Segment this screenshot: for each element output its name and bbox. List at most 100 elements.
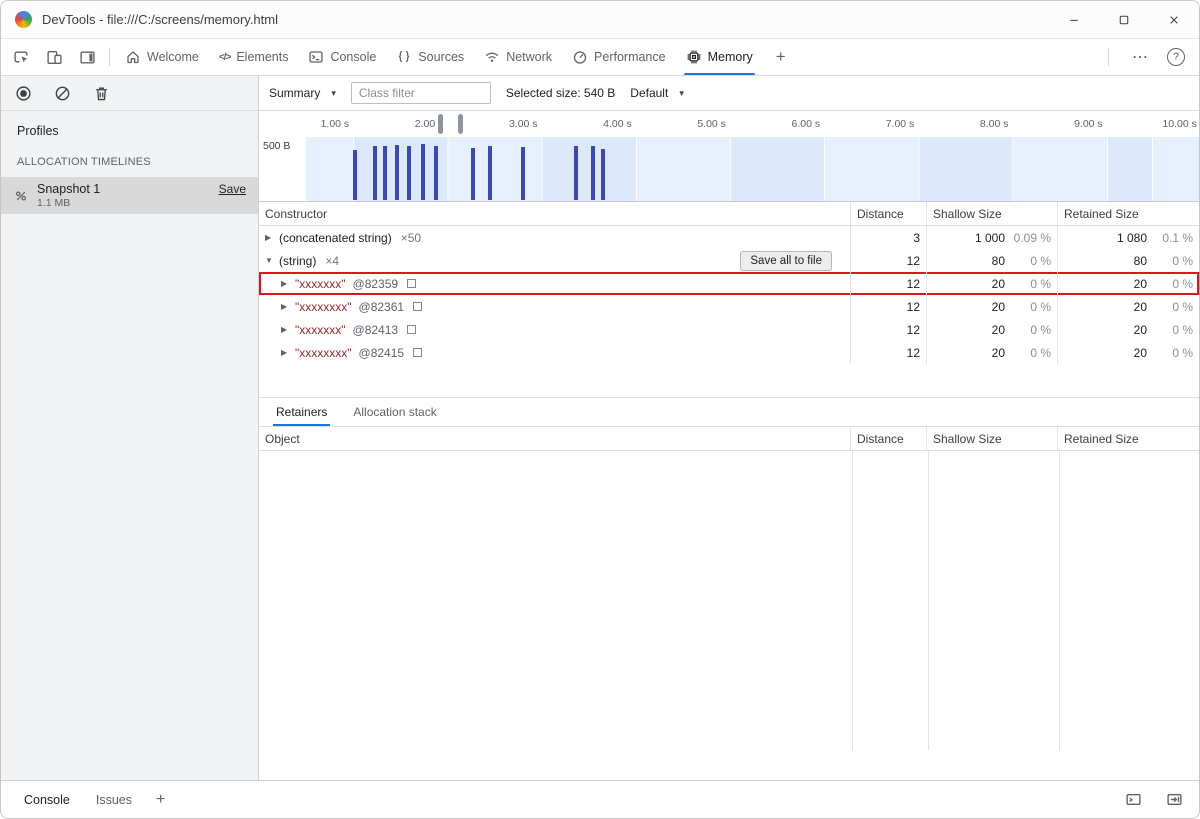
scope-select[interactable]: Default ▾	[630, 86, 684, 100]
retained-size-percent: 0.1 %	[1147, 231, 1193, 245]
perspective-select[interactable]: Summary ▾	[269, 86, 336, 100]
timeline-ruler[interactable]: 1.00 s 2.00 s 3.00 s 4.00 s 5.00 s 6.00 …	[259, 111, 1199, 137]
allocation-bar	[488, 146, 492, 200]
column-header-constructor[interactable]: Constructor	[259, 202, 850, 225]
expand-arrow-icon[interactable]: ▶	[281, 325, 295, 334]
perspective-value: Summary	[269, 86, 320, 100]
tab-label: Elements	[236, 50, 288, 64]
column-header-distance[interactable]: Distance	[850, 202, 926, 225]
instance-count: ×50	[401, 231, 421, 245]
tab-sources[interactable]: Sources	[386, 39, 474, 75]
tab-label: Welcome	[147, 50, 199, 64]
retainers-grid-body	[259, 451, 1199, 780]
shallow-size-percent: 0 %	[1005, 323, 1051, 337]
save-all-to-file-button[interactable]: Save all to file	[740, 251, 832, 271]
retained-size-value: 20	[1134, 346, 1147, 360]
heap-row-string-instance-selected[interactable]: ▶ "xxxxxxx" @82359 12 200 % 200 %	[259, 272, 1199, 295]
tab-elements[interactable]: </> Elements	[209, 39, 299, 75]
allocation-bar	[421, 144, 425, 200]
drawer-tab-issues[interactable]: Issues	[83, 781, 145, 818]
tab-memory[interactable]: Memory	[676, 39, 763, 75]
preview-checkbox[interactable]	[407, 325, 416, 334]
delete-profile-button[interactable]	[93, 85, 110, 102]
shallow-size-percent: 0.09 %	[1005, 231, 1051, 245]
tab-welcome[interactable]: Welcome	[115, 39, 209, 75]
close-button[interactable]	[1149, 1, 1199, 38]
heap-row-string-instance[interactable]: ▶ "xxxxxxx" @82413 12 200 % 200 %	[259, 318, 1199, 341]
preview-checkbox[interactable]	[407, 279, 416, 288]
preview-checkbox[interactable]	[413, 348, 422, 357]
shallow-size-value: 20	[992, 300, 1005, 314]
console-drawer-button[interactable]	[1125, 791, 1142, 808]
string-value: "xxxxxxxx"	[295, 300, 352, 314]
snapshot-item[interactable]: Snapshot 1 Save 1.1 MB	[1, 177, 258, 214]
allocation-timeline: 1.00 s 2.00 s 3.00 s 4.00 s 5.00 s 6.00 …	[259, 111, 1199, 202]
heap-row-string-instance[interactable]: ▶ "xxxxxxxx" @82361 12 200 % 200 %	[259, 295, 1199, 318]
distance-value: 12	[850, 249, 926, 272]
drawer-tabbar: Console Issues +	[1, 780, 1199, 818]
heap-row-concatenated-string[interactable]: ▶ (concatenated string) ×50 3 1 0000.09 …	[259, 226, 1199, 249]
tab-console[interactable]: Console	[298, 39, 386, 75]
tick-label: 6.00 s	[730, 111, 824, 137]
column-header-retained-size[interactable]: Retained Size	[1057, 202, 1199, 225]
string-value: "xxxxxxx"	[295, 277, 346, 291]
allocation-bar	[521, 147, 525, 200]
allocation-bar	[407, 146, 411, 200]
allocation-bar	[395, 145, 399, 200]
string-value: "xxxxxxx"	[295, 323, 346, 337]
collapse-arrow-icon[interactable]: ▼	[265, 256, 279, 265]
heap-grid-header: Constructor Distance Shallow Size Retain…	[259, 202, 1199, 226]
retained-size-value: 80	[1134, 254, 1147, 268]
heap-row-string-group[interactable]: ▼ (string) ×4 Save all to file 12 800 % …	[259, 249, 1199, 272]
expand-arrow-icon[interactable]: ▶	[265, 233, 279, 242]
drawer-tab-console[interactable]: Console	[11, 781, 83, 818]
memory-toolbar: Summary ▾ Selected size: 540 B Default ▾	[259, 76, 1199, 111]
maximize-button[interactable]	[1099, 1, 1149, 38]
shallow-size-percent: 0 %	[1005, 254, 1051, 268]
column-header-shallow-size[interactable]: Shallow Size	[926, 202, 1057, 225]
dock-side-button[interactable]	[79, 49, 96, 66]
save-snapshot-link[interactable]: Save	[219, 182, 246, 196]
expand-arrow-icon[interactable]: ▶	[281, 302, 295, 311]
device-toolbar-button[interactable]	[46, 49, 63, 66]
maximize-icon	[1118, 14, 1130, 26]
shallow-size-value: 20	[992, 277, 1005, 291]
column-header-distance[interactable]: Distance	[850, 427, 926, 450]
tab-retainers[interactable]: Retainers	[263, 398, 340, 426]
shallow-size-value: 80	[992, 254, 1005, 268]
retained-size-percent: 0 %	[1147, 277, 1193, 291]
column-header-object[interactable]: Object	[259, 427, 850, 450]
tab-network[interactable]: Network	[474, 39, 562, 75]
timeline-chart[interactable]: 500 B	[259, 137, 1199, 201]
column-header-retained-size[interactable]: Retained Size	[1057, 427, 1199, 450]
add-panel-button[interactable]: +	[763, 39, 799, 75]
tick-label: 5.00 s	[636, 111, 730, 137]
tick-label: 10.00 s	[1107, 111, 1200, 137]
object-id: @82359	[353, 277, 399, 291]
preview-checkbox[interactable]	[413, 302, 422, 311]
heap-row-string-instance[interactable]: ▶ "xxxxxxxx" @82415 12 200 % 200 %	[259, 341, 1199, 364]
allocation-bar	[574, 146, 578, 200]
tab-performance[interactable]: Performance	[562, 39, 676, 75]
allocation-bar	[601, 149, 605, 200]
expand-arrow-icon[interactable]: ▶	[281, 279, 295, 288]
class-filter-input[interactable]	[351, 82, 491, 104]
minimize-button[interactable]	[1049, 1, 1099, 38]
trash-icon	[93, 85, 110, 102]
expand-panel-button[interactable]	[1166, 791, 1183, 808]
add-drawer-tab-button[interactable]: +	[145, 791, 176, 809]
timeline-y-axis-label: 500 B	[263, 140, 290, 152]
selection-handle-left[interactable]	[438, 114, 443, 134]
tab-allocation-stack[interactable]: Allocation stack	[340, 398, 449, 426]
column-header-shallow-size[interactable]: Shallow Size	[926, 427, 1057, 450]
selection-handle-right[interactable]	[458, 114, 463, 134]
retained-size-percent: 0 %	[1147, 254, 1193, 268]
inspect-element-button[interactable]	[13, 49, 30, 66]
help-button[interactable]: ?	[1167, 48, 1185, 66]
tick-label: 4.00 s	[542, 111, 636, 137]
clear-profiles-button[interactable]	[54, 85, 71, 102]
expand-arrow-icon[interactable]: ▶	[281, 348, 295, 357]
more-options-button[interactable]: ⋯	[1132, 47, 1149, 67]
record-allocation-button[interactable]	[15, 85, 32, 102]
tick-label: 8.00 s	[918, 111, 1012, 137]
